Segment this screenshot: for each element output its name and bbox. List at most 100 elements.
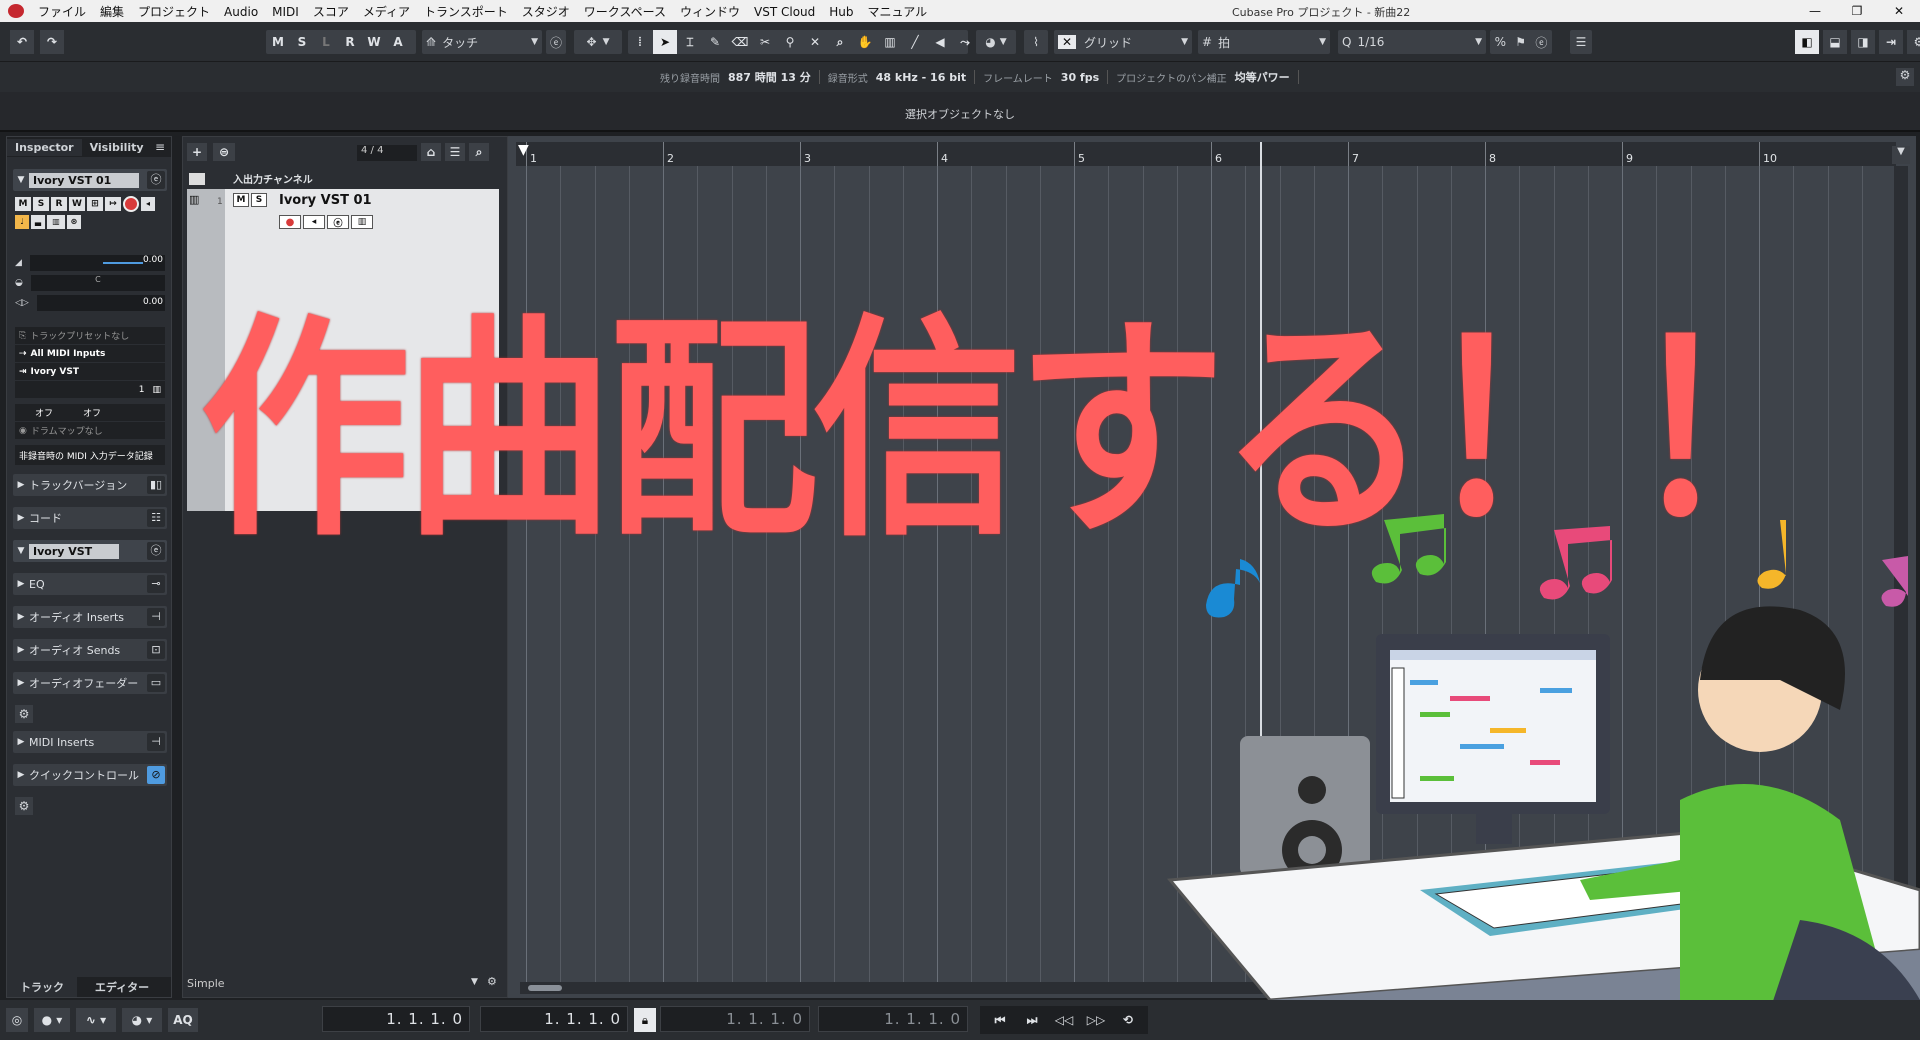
audio-mode-icon[interactable]: ∿ ▾: [76, 1008, 116, 1032]
channel-settings-icon[interactable]: ⊛: [67, 214, 81, 229]
section-chords[interactable]: ▶ コード ☷: [13, 507, 167, 529]
drummap-field[interactable]: ◉ ドラムマップなし: [15, 422, 165, 439]
menu-manual[interactable]: マニュアル: [868, 3, 928, 20]
pan-law-value[interactable]: 均等パワー: [1235, 69, 1290, 85]
keyboard-icon[interactable]: ▥: [47, 214, 65, 229]
color-icon[interactable]: ◕: [985, 35, 995, 49]
range-select-icon[interactable]: ⌶: [678, 30, 702, 54]
mute-button[interactable]: M: [15, 196, 31, 211]
collapse-arrow-icon[interactable]: ▼: [13, 175, 29, 185]
iterative-quantize-icon[interactable]: %: [1495, 35, 1506, 49]
output-routing[interactable]: ⇥ Ivory VST: [15, 363, 165, 380]
solo-all-button[interactable]: S: [290, 30, 314, 54]
bank-value[interactable]: オフ: [35, 406, 53, 419]
input-routing[interactable]: ⇢ All MIDI Inputs: [15, 345, 165, 362]
rewind-icon[interactable]: ◁◁: [1052, 1008, 1076, 1032]
play-tool-icon[interactable]: ◀: [928, 30, 952, 54]
menu-audio[interactable]: Audio: [224, 5, 258, 19]
snap-zero-icon[interactable]: ⌇: [1024, 30, 1048, 54]
draw-icon[interactable]: ✎: [703, 30, 727, 54]
preset-field[interactable]: ⎘ トラックプリセットなし: [15, 327, 165, 344]
mute-tool-icon[interactable]: ✕: [803, 30, 827, 54]
write-button[interactable]: W: [69, 196, 85, 211]
write-all-button[interactable]: W: [362, 30, 386, 54]
menu-vst-cloud[interactable]: VST Cloud: [754, 5, 815, 19]
menu-file[interactable]: ファイル: [38, 3, 86, 20]
settings-gear-icon[interactable]: ⚙: [1896, 68, 1914, 86]
pan-slider[interactable]: C: [30, 275, 165, 291]
hand-icon[interactable]: ✋: [853, 30, 877, 54]
redo-icon[interactable]: ↷: [40, 30, 64, 54]
record-enable-icon[interactable]: [123, 195, 139, 212]
quick-control-icon[interactable]: ⊘: [147, 766, 165, 784]
edit-instrument-icon[interactable]: ⓔ: [147, 171, 165, 189]
bypass-icon[interactable]: ⊣: [147, 733, 165, 751]
cycle-icon[interactable]: ⟲: [1116, 1008, 1140, 1032]
ruler[interactable]: 1 2 3 4 5 6 7 8 9 10: [516, 142, 1896, 166]
range-icon[interactable]: ⦙: [628, 30, 652, 54]
quantize-icon[interactable]: Q: [1342, 35, 1351, 49]
left-locator[interactable]: 1. 1. 1. 0: [322, 1006, 470, 1032]
right-zone-icon[interactable]: ◨: [1851, 30, 1875, 54]
left-zone-icon[interactable]: ◧: [1795, 30, 1819, 54]
punch-in[interactable]: 1. 1. 1. 0: [660, 1006, 810, 1032]
restore-icon[interactable]: ❐: [1836, 4, 1878, 18]
snap-type-select[interactable]: グリッド: [1084, 34, 1173, 51]
add-track-menu-icon[interactable]: ⊜: [213, 143, 235, 161]
e-icon[interactable]: ⓔ: [1535, 34, 1547, 51]
zoom-icon[interactable]: ⌕: [828, 30, 852, 54]
sends-icon[interactable]: ⊡: [147, 641, 165, 659]
scroll-thumb[interactable]: [528, 985, 562, 991]
automation-mode-select[interactable]: タッチ: [442, 34, 531, 51]
lanes-icon[interactable]: ↦: [105, 196, 121, 211]
read-all-button[interactable]: R: [338, 30, 362, 54]
menu-midi[interactable]: MIDI: [272, 5, 299, 19]
record-mode-icon[interactable]: ● ▾: [34, 1008, 70, 1032]
settings-gear-icon[interactable]: ⚙: [1907, 30, 1920, 54]
section-instrument[interactable]: ▼ Ivory VST ⓔ: [13, 540, 167, 562]
search-icon[interactable]: ⌕: [469, 143, 489, 161]
snap-icon[interactable]: ✕: [1058, 35, 1076, 49]
tab-editor[interactable]: エディター: [77, 977, 167, 997]
punch-out[interactable]: 1. 1. 1. 0: [818, 1006, 968, 1032]
read-button[interactable]: R: [51, 196, 67, 211]
record-mode-select[interactable]: 非録音時の MIDI 入力データ記録: [15, 445, 165, 465]
line-icon[interactable]: ╱: [903, 30, 927, 54]
right-locator[interactable]: 1. 1. 1. 0: [480, 1006, 628, 1032]
solo-button[interactable]: S: [33, 196, 49, 211]
timebase-icon[interactable]: ♩: [15, 214, 29, 229]
warp-icon[interactable]: ⤳: [953, 30, 977, 54]
go-to-start-icon[interactable]: ⏮︎: [988, 1008, 1012, 1032]
activity-icon[interactable]: ◎: [6, 1008, 28, 1032]
edit-instrument-icon[interactable]: ⓔ: [147, 542, 165, 560]
edit-instrument-icon[interactable]: ⓔ: [327, 215, 349, 229]
menu-workspace[interactable]: ワークスペース: [584, 3, 666, 20]
grid-type-select[interactable]: 拍: [1218, 34, 1313, 51]
lower-zone-icon[interactable]: ⬓: [1823, 30, 1847, 54]
lock-icon[interactable]: 🔒︎: [634, 1008, 656, 1032]
undo-icon[interactable]: ↶: [10, 30, 34, 54]
glue-icon[interactable]: ⚲: [778, 30, 802, 54]
chevron-down-icon[interactable]: ▼: [471, 977, 478, 987]
solo-button[interactable]: S: [251, 193, 267, 207]
forward-icon[interactable]: ▷▷: [1084, 1008, 1108, 1032]
keyboard-icon[interactable]: ▥: [152, 385, 161, 395]
tab-inspector[interactable]: Inspector: [7, 138, 82, 156]
track-name[interactable]: Ivory VST 01: [279, 193, 372, 208]
menu-edit[interactable]: 編集: [100, 3, 124, 20]
section-audio-inserts[interactable]: ▶ オーディオ Inserts ⊣: [13, 606, 167, 628]
lock-icon[interactable]: ▃: [31, 214, 45, 229]
comp-icon[interactable]: ▥: [878, 30, 902, 54]
folder-track[interactable]: 入出力チャンネル: [187, 171, 499, 187]
add-track-icon[interactable]: +: [187, 143, 207, 161]
menu-window[interactable]: ウィンドウ: [680, 3, 740, 20]
menu-project[interactable]: プロジェクト: [138, 3, 210, 20]
menu-transport[interactable]: トランスポート: [424, 3, 508, 20]
menu-media[interactable]: メディア: [363, 3, 410, 20]
chord-icon[interactable]: ☷: [147, 509, 165, 527]
minimize-icon[interactable]: —: [1794, 4, 1836, 18]
freeze-icon[interactable]: ⊞: [87, 196, 103, 211]
cursor-marker-icon[interactable]: ▼: [518, 142, 530, 166]
object-select-icon[interactable]: ➤: [653, 30, 677, 54]
chevron-down-icon[interactable]: ▼: [1000, 37, 1007, 47]
